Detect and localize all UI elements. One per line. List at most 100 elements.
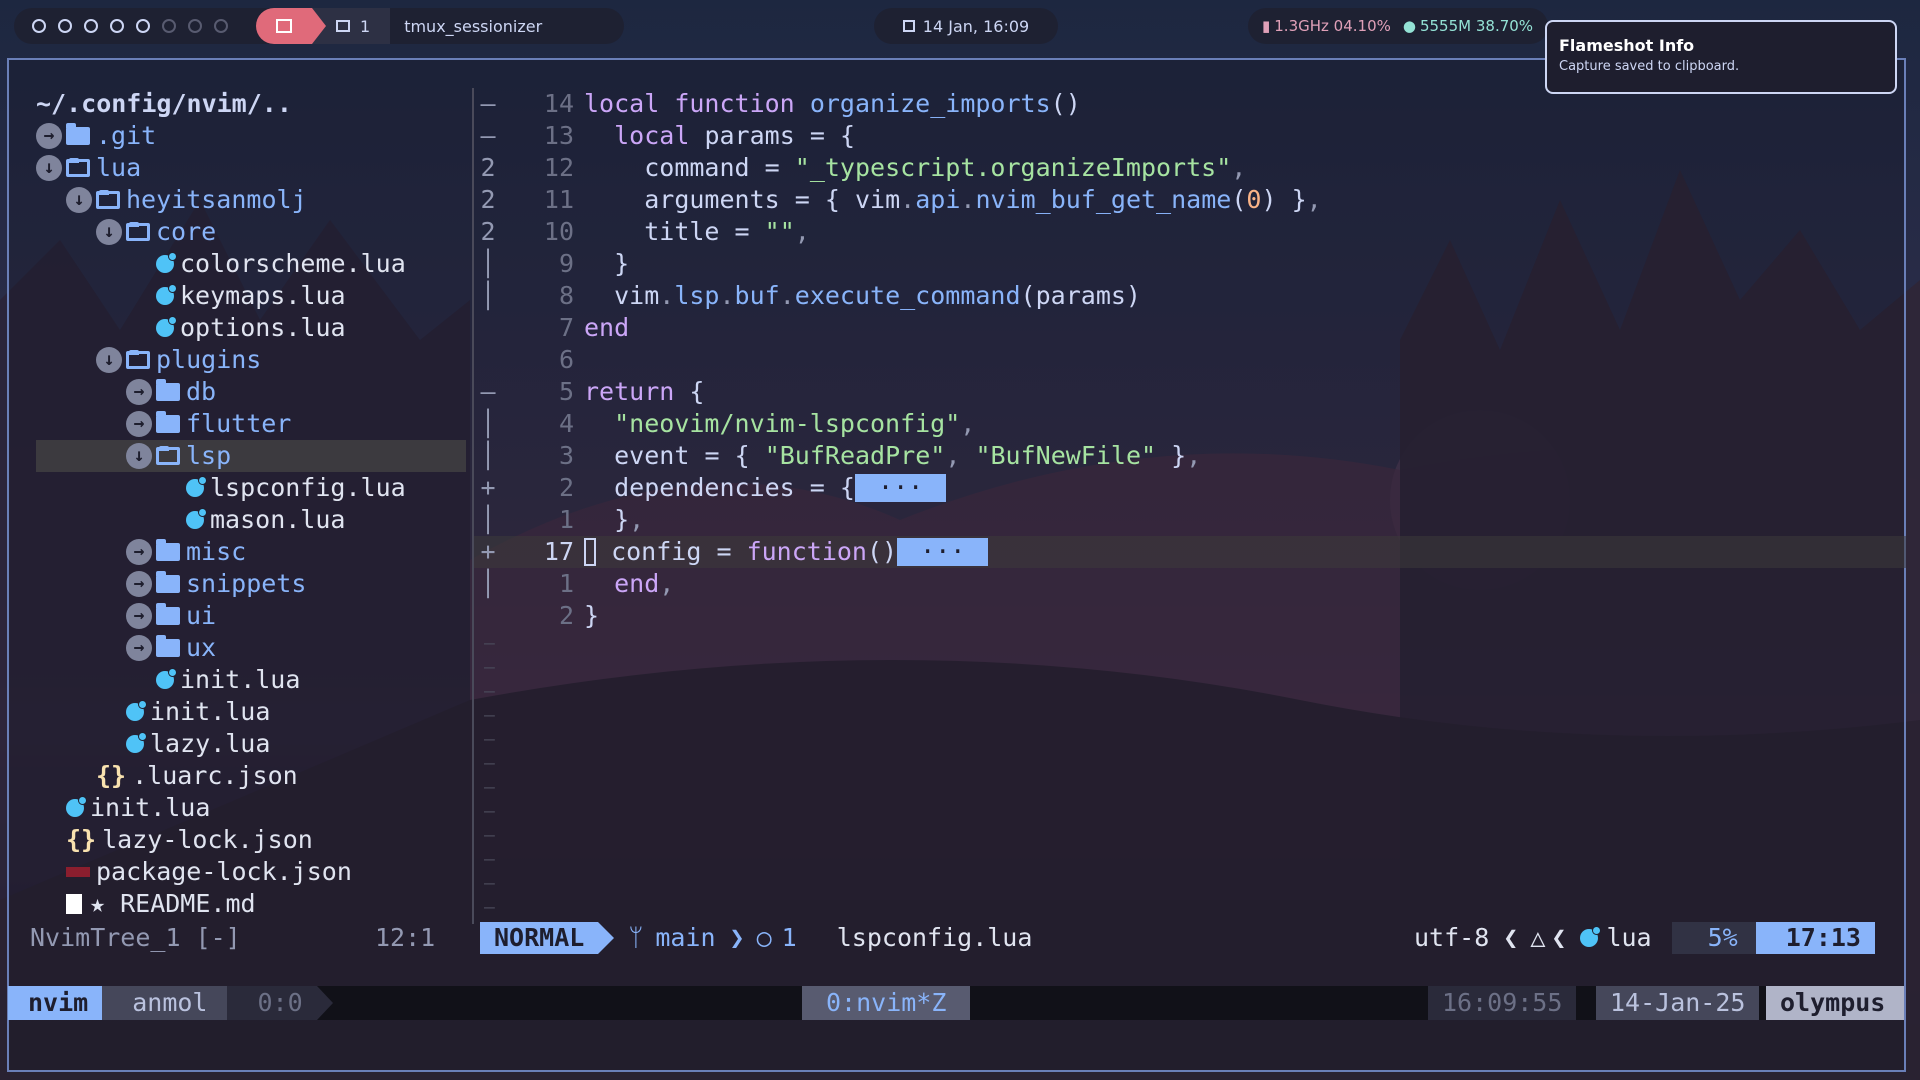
tree-folder[interactable]: → .git [36, 120, 466, 152]
fold-indicator[interactable]: 2 [474, 152, 502, 184]
fold-marker[interactable]: ··· [854, 474, 947, 502]
app-icon[interactable] [32, 19, 46, 33]
fold-indicator[interactable]: │ [474, 504, 502, 536]
tree-folder[interactable]: → snippets [36, 568, 466, 600]
fold-indicator[interactable]: │ [474, 440, 502, 472]
tree-file[interactable]: {} .luarc.json [36, 760, 466, 792]
line-number: 10 [543, 217, 574, 246]
gutter-row: 2 11 [474, 184, 574, 216]
fold-indicator[interactable]: – [474, 376, 502, 408]
fold-indicator[interactable]: │ [474, 248, 502, 280]
code-line[interactable]: "neovim/nvim-lspconfig", [584, 408, 1904, 440]
tree-item-label: ux [186, 633, 217, 662]
code-line[interactable]: } [584, 600, 1904, 632]
tree-file[interactable]: mason.lua [36, 504, 466, 536]
code-text: return { [584, 377, 705, 406]
tree-folder[interactable]: → flutter [36, 408, 466, 440]
tmux-time: 16:09:55 [1428, 986, 1577, 1020]
fold-indicator[interactable]: │ [474, 568, 502, 600]
chevron-down-icon[interactable]: ↓ [126, 443, 152, 469]
tree-file[interactable]: init.lua [36, 664, 466, 696]
tree-folder[interactable]: ↓ heyitsanmolj [36, 184, 466, 216]
code-line[interactable]: title = "", [584, 216, 1904, 248]
code-line[interactable]: end [584, 312, 1904, 344]
code-line[interactable]: } [584, 248, 1904, 280]
tree-folder[interactable]: → ui [36, 600, 466, 632]
code-line[interactable] [584, 344, 1904, 376]
app-icon[interactable] [162, 19, 176, 33]
code-buffer[interactable]: local function organize_imports() local … [584, 88, 1904, 632]
position: 17:13 [1755, 922, 1875, 954]
file-tree[interactable]: ~/.config/nvim/.. → .git ↓ lua ↓ heyitsanmolj… [36, 88, 466, 920]
chevron-right-icon[interactable]: → [126, 539, 152, 565]
tmux-user: anmol [102, 986, 244, 1020]
clock[interactable]: 14 Jan, 16:09 [874, 8, 1058, 44]
code-line[interactable]: return { [584, 376, 1904, 408]
fold-indicator[interactable]: – [474, 88, 502, 120]
flameshot-notification[interactable]: Flameshot Info Capture saved to clipboar… [1545, 20, 1897, 94]
code-line[interactable]: arguments = { vim.api.nvim_buf_get_name(… [584, 184, 1904, 216]
code-text: dependencies = { [614, 473, 855, 502]
fold-indicator[interactable]: │ [474, 408, 502, 440]
code-line[interactable]: vim.lsp.buf.execute_command(params) [584, 280, 1904, 312]
chevron-right-icon[interactable]: → [126, 571, 152, 597]
fold-indicator[interactable]: + [474, 536, 502, 568]
code-line[interactable]: end, [584, 568, 1904, 600]
tree-file[interactable]: package-lock.json [36, 856, 466, 888]
code-line[interactable]: local params = { [584, 120, 1904, 152]
app-icon[interactable] [58, 19, 72, 33]
tree-folder[interactable]: → misc [36, 536, 466, 568]
fold-indicator[interactable]: 2 [474, 216, 502, 248]
empty-line-marker: – [484, 729, 495, 750]
app-icon[interactable] [214, 19, 228, 33]
app-icon[interactable] [136, 19, 150, 33]
tree-file[interactable]: lspconfig.lua [36, 472, 466, 504]
tree-file[interactable]: ★ README.md [36, 888, 466, 920]
code-line[interactable]: event = { "BufReadPre", "BufNewFile" }, [584, 440, 1904, 472]
code-line[interactable]: command = "_typescript.organizeImports", [584, 152, 1904, 184]
tmux-window[interactable]: 0:nvim*Z [802, 986, 971, 1020]
tree-folder[interactable]: ↓ core [36, 216, 466, 248]
tree-file[interactable]: keymaps.lua [36, 280, 466, 312]
tree-item-label: colorscheme.lua [180, 249, 406, 278]
active-workspace[interactable] [256, 8, 326, 44]
tree-file[interactable]: {} lazy-lock.json [36, 824, 466, 856]
chevron-right-icon[interactable]: → [126, 411, 152, 437]
code-line[interactable]: config = function() ··· [584, 536, 1904, 568]
chevron-right-icon[interactable]: → [126, 603, 152, 629]
tree-file[interactable]: colorscheme.lua [36, 248, 466, 280]
chevron-down-icon[interactable]: ↓ [66, 187, 92, 213]
tree-root[interactable]: ~/.config/nvim/.. [36, 88, 466, 120]
tmux-app[interactable]: nvim [8, 986, 119, 1020]
app-icon[interactable] [188, 19, 202, 33]
app-icon[interactable] [110, 19, 124, 33]
chevron-down-icon[interactable]: ↓ [36, 155, 62, 181]
tree-folder[interactable]: → db [36, 376, 466, 408]
fold-indicator[interactable]: – [474, 120, 502, 152]
code-line[interactable]: }, [584, 504, 1904, 536]
tree-folder[interactable]: ↓ lsp [36, 440, 466, 472]
fold-indicator[interactable]: 2 [474, 184, 502, 216]
fold-marker[interactable]: ··· [897, 538, 989, 566]
fold-indicator[interactable]: │ [474, 280, 502, 312]
tree-file[interactable]: init.lua [36, 696, 466, 728]
chevron-right-icon[interactable]: → [36, 123, 62, 149]
tree-item-label: lsp [186, 441, 232, 470]
fold-indicator[interactable]: + [474, 472, 502, 504]
linux-icon: △ [1530, 923, 1546, 952]
tree-folder[interactable]: → ux [36, 632, 466, 664]
chevron-right-icon[interactable]: → [126, 379, 152, 405]
app-icon[interactable] [84, 19, 98, 33]
tree-file[interactable]: options.lua [36, 312, 466, 344]
tree-item-label: .git [96, 121, 157, 150]
tree-item-label: lazy.lua [150, 729, 271, 758]
chevron-right-icon[interactable]: → [126, 635, 152, 661]
chevron-down-icon[interactable]: ↓ [96, 219, 122, 245]
lua-icon [156, 316, 177, 337]
tree-file[interactable]: init.lua [36, 792, 466, 824]
code-line[interactable]: dependencies = { ··· [584, 472, 1904, 504]
tree-folder[interactable]: ↓ lua [36, 152, 466, 184]
tree-folder[interactable]: ↓ plugins [36, 344, 466, 376]
tree-file[interactable]: lazy.lua [36, 728, 466, 760]
chevron-down-icon[interactable]: ↓ [96, 347, 122, 373]
